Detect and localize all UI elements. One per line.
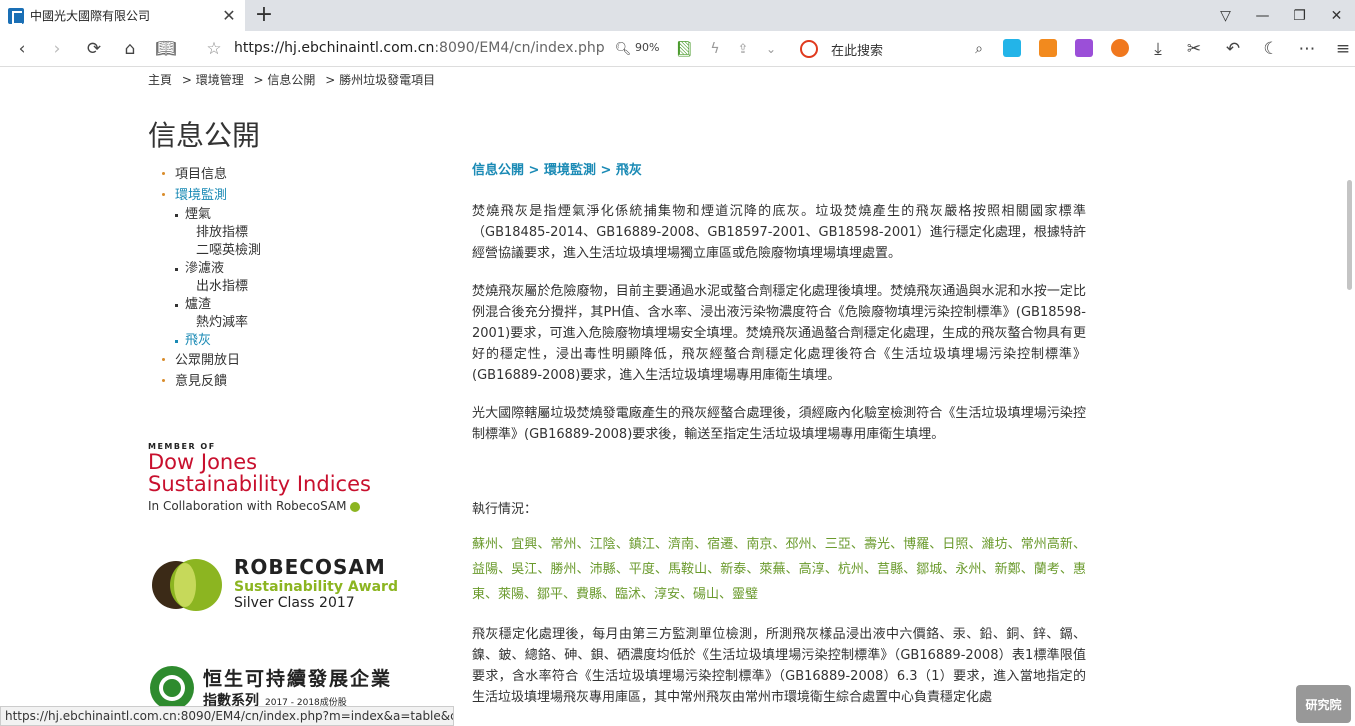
djsi-line1: Dow Jones — [148, 450, 258, 474]
close-window-button[interactable]: ✕ — [1318, 0, 1355, 31]
more-icon[interactable]: ⋯ — [1296, 31, 1318, 67]
watermark-logo: 研究院 — [1296, 685, 1351, 723]
site-favicon-icon — [8, 7, 24, 25]
live-ext-icon[interactable] — [1039, 39, 1057, 57]
nav-item-env-monitoring[interactable]: 環境監測 — [160, 185, 261, 206]
share-icon[interactable]: ⇪ — [734, 31, 752, 67]
breadcrumb: 主頁 > 環境管理 > 信息公開 > 勝州垃圾發電項目 — [148, 71, 441, 88]
forward-button[interactable]: › — [45, 31, 69, 67]
paragraph-3: 光大國際轄屬垃圾焚燒發電廠產生的飛灰經螯合處理後，須經廠內化驗室檢測符合《生活垃… — [472, 406, 1086, 442]
nav-sub-fly-ash[interactable]: 飛灰 — [160, 332, 261, 350]
shirt-skin-icon[interactable]: ▽ — [1207, 0, 1244, 31]
breadcrumb-project[interactable]: > 勝州垃圾發電項目 — [325, 73, 435, 87]
robecosam-circles-icon — [152, 559, 222, 611]
breadcrumb-info[interactable]: > 信息公開 — [254, 73, 316, 87]
sogou-search-icon[interactable] — [800, 40, 818, 58]
restore-button[interactable]: ❐ — [1281, 0, 1318, 31]
hang-seng-apple-icon — [150, 666, 194, 710]
robecosam-brand: ROBECOSAM — [234, 555, 386, 579]
nav-item-open-day[interactable]: 公眾開放日 — [160, 350, 261, 371]
scrollbar-thumb[interactable] — [1347, 180, 1352, 290]
nav-sub-flue-gas[interactable]: 煙氣 — [160, 206, 261, 224]
book-icon[interactable]: 📗︎ — [674, 31, 694, 67]
nav-item-project-info[interactable]: 項目信息 — [160, 164, 261, 185]
main-content: 信息公開 > 環境監測 > 飛灰 焚燒飛灰是指煙氣淨化係統捕集物和煙道沉降的底灰… — [472, 160, 1086, 725]
search-icon[interactable]: ⌕ — [970, 31, 988, 67]
download-icon[interactable]: ⤓ — [1148, 31, 1168, 67]
game-ext-icon[interactable] — [1111, 39, 1129, 57]
section-title: 信息公開 > 環境監測 > 飛灰 — [472, 163, 642, 178]
zoom-level[interactable]: 90% — [635, 41, 659, 54]
close-tab-icon[interactable]: ✕ — [219, 6, 239, 25]
search-input[interactable]: 在此搜索 — [831, 40, 883, 59]
new-tab-button[interactable]: + — [254, 3, 274, 27]
breadcrumb-home[interactable]: 主頁 — [148, 73, 172, 87]
chevron-down-icon[interactable]: ⌄ — [762, 31, 780, 67]
djsi-collab-text: In Collaboration with RobecoSAM — [148, 499, 371, 513]
window-controls: ▽ — ❐ ✕ — [1207, 0, 1355, 31]
djsi-logo: MEMBER OF Dow Jones Sustainability Indic… — [148, 442, 371, 513]
address-bar[interactable]: https://hj.ebchinaintl.com.cn:8090/EM4/c… — [234, 40, 605, 56]
breadcrumb-env[interactable]: > 環境管理 — [182, 73, 244, 87]
status-bar-url: https://hj.ebchinaintl.com.cn:8090/EM4/c… — [0, 706, 454, 726]
scissors-icon[interactable]: ✂ — [1182, 31, 1206, 67]
zoom-icon: 🔍︎ — [614, 41, 632, 57]
browser-toolbar: ‹ › ⟳ ⌂ 📖︎ ☆ https://hj.ebchinaintl.com.… — [0, 31, 1355, 67]
video-ext-icon[interactable] — [1003, 39, 1021, 57]
robecosam-class: Silver Class 2017 — [234, 595, 355, 611]
menu-icon[interactable]: ≡ — [1334, 31, 1352, 67]
reload-icon[interactable]: ⟳ — [82, 31, 106, 67]
nav-sub-effluent[interactable]: 出水指標 — [160, 278, 261, 296]
minimize-button[interactable]: — — [1244, 0, 1281, 31]
hang-seng-title: 恒生可持續發展企業 — [203, 668, 393, 690]
nav-sub-slag[interactable]: 爐渣 — [160, 296, 261, 314]
paragraph-5: 飛灰穩定化處理後，每月由第三方監測單位檢測，所測飛灰樣品浸出液中六價鉻、汞、鉛、… — [472, 627, 1086, 705]
nav-sub-dioxin[interactable]: 二噁英檢測 — [160, 242, 261, 260]
reading-mode-icon[interactable]: 📖︎ — [154, 31, 178, 67]
djsi-line2: Sustainability Indices — [148, 472, 371, 496]
robecosam-award-logo: ROBECOSAM Sustainability Award Silver Cl… — [148, 555, 398, 615]
tab-bar: 中國光大國際有限公司 ✕ + ▽ — ❐ ✕ — [0, 0, 1355, 31]
tab-title: 中國光大國際有限公司 — [30, 9, 151, 23]
back-button[interactable]: ‹ — [10, 31, 34, 67]
home-icon[interactable]: ⌂ — [118, 31, 142, 67]
nav-sub-emission[interactable]: 排放指標 — [160, 224, 261, 242]
night-mode-icon[interactable]: ☾ — [1262, 31, 1280, 67]
nav-item-feedback[interactable]: 意見反饋 — [160, 371, 261, 392]
translate-ext-icon[interactable] — [1075, 39, 1093, 57]
browser-tab[interactable]: 中國光大國際有限公司 ✕ — [0, 0, 245, 31]
undo-icon[interactable]: ↶ — [1220, 31, 1246, 67]
nav-sub-leachate[interactable]: 滲濾液 — [160, 260, 261, 278]
cities-list: 蘇州、宜興、常州、江陰、鎮江、濟南、宿遷、南京、邳州、三亞、壽光、博羅、日照、濰… — [472, 537, 1086, 602]
paragraph-status-label: 執行情況： — [472, 502, 538, 517]
lightning-icon[interactable]: ϟ — [706, 31, 724, 67]
paragraph-2: 焚燒飛灰屬於危險廢物，目前主要通過水泥或螯合劑穩定化處理後填埋。焚燒飛灰通過與水… — [472, 284, 1086, 383]
robecosam-award: Sustainability Award — [234, 579, 398, 595]
favorite-star-icon[interactable]: ☆ — [203, 31, 225, 67]
nav-sub-ignition-loss[interactable]: 熱灼減率 — [160, 314, 261, 332]
page-title: 信息公開 — [148, 119, 261, 152]
paragraph-1: 焚燒飛灰是指煙氣淨化係統捕集物和煙道沉降的底灰。垃圾焚燒產生的飛灰嚴格按照相關國… — [472, 204, 1086, 261]
side-nav: 項目信息 環境監測 煙氣 排放指標 二噁英檢測 滲濾液 出水指標 爐渣 熱灼減率… — [160, 164, 261, 392]
scrollbar[interactable] — [1345, 68, 1355, 706]
